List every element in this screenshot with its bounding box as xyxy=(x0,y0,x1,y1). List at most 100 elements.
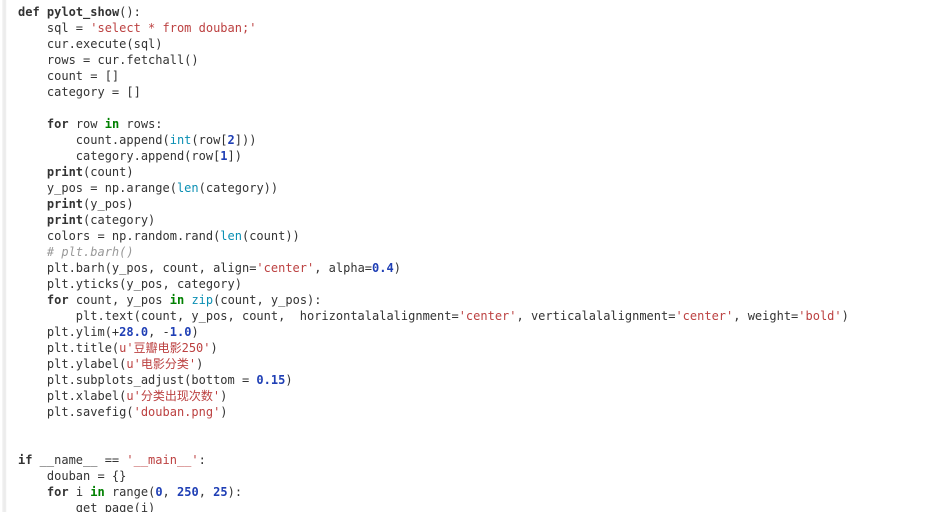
code-line: cur.execute(sql) xyxy=(18,36,944,52)
code-block: def pylot_show(): sql = 'select * from d… xyxy=(0,0,944,512)
code-token: # plt.barh() xyxy=(18,245,134,259)
code-token: 1.0 xyxy=(169,325,192,339)
code-line: plt.xlabel(u'分类出现次数') xyxy=(18,388,944,404)
code-token: plt.subplots_adjust(bottom = xyxy=(18,373,257,387)
code-token: 'bold' xyxy=(798,309,842,323)
code-token: int xyxy=(169,133,192,147)
code-line: print(y_pos) xyxy=(18,196,944,212)
code-token: (count)) xyxy=(241,229,300,243)
code-token: plt.ylim(+ xyxy=(18,325,120,339)
code-token: 2 xyxy=(227,133,235,147)
code-token: , verticalalalignment= xyxy=(516,309,676,323)
code-token: plt.text(count, y_pos, count, horizontal… xyxy=(18,309,459,323)
code-token: print xyxy=(46,213,84,227)
code-line: for row in rows: xyxy=(18,116,944,132)
code-token: range( xyxy=(104,485,156,499)
code-token: in xyxy=(104,117,120,131)
code-token: (y_pos) xyxy=(83,197,134,211)
code-token: y_pos = np.arange( xyxy=(18,181,177,195)
code-line: category = [] xyxy=(18,84,944,100)
code-token: i xyxy=(68,485,91,499)
code-token: len xyxy=(220,229,242,243)
code-token: 'douban.png' xyxy=(133,405,221,419)
code-token: in xyxy=(90,485,105,499)
code-token: ) xyxy=(191,325,199,339)
code-token: (row[ xyxy=(191,133,228,147)
code-line: sql = 'select * from douban;' xyxy=(18,20,944,36)
code-line: plt.subplots_adjust(bottom = 0.15) xyxy=(18,372,944,388)
code-token: category = [] xyxy=(18,85,141,99)
code-token: (category) xyxy=(83,213,156,227)
code-line: if __name__ == '__main__': xyxy=(18,452,944,468)
code-token: 'center' xyxy=(256,261,315,275)
code-token: 'select * from douban;' xyxy=(90,21,257,35)
code-token: for xyxy=(46,117,69,131)
code-token: __name__ == xyxy=(32,453,127,467)
code-token: category.append(row[ xyxy=(18,149,221,163)
code-token: (category)) xyxy=(198,181,279,195)
code-token: cur.execute(sql) xyxy=(18,37,163,51)
code-token: print xyxy=(46,165,84,179)
code-token: colors = np.random.rand( xyxy=(18,229,221,243)
code-line: y_pos = np.arange(len(category)) xyxy=(18,180,944,196)
code-token: plt.title( xyxy=(18,341,120,355)
code-token: , alpha= xyxy=(314,261,373,275)
code-token: 0 xyxy=(155,485,163,499)
code-line: def pylot_show(): xyxy=(18,4,944,20)
code-token: , xyxy=(162,485,177,499)
code-token: 'center' xyxy=(675,309,734,323)
code-token: u'豆瓣电影250' xyxy=(119,341,211,355)
code-token: ) xyxy=(841,309,849,323)
code-token: rows: xyxy=(119,117,163,131)
code-token: sql = xyxy=(18,21,91,35)
code-token: ) xyxy=(285,373,293,387)
code-token: plt.ylabel( xyxy=(18,357,127,371)
code-token: 28.0 xyxy=(119,325,149,339)
code-token: zip xyxy=(191,293,214,307)
python-source-code[interactable]: def pylot_show(): sql = 'select * from d… xyxy=(0,0,944,512)
code-token: count = [] xyxy=(18,69,120,83)
code-line: for count, y_pos in zip(count, y_pos): xyxy=(18,292,944,308)
code-token: , - xyxy=(148,325,170,339)
code-token: if xyxy=(18,453,33,467)
code-line: rows = cur.fetchall() xyxy=(18,52,944,68)
code-token: plt.barh(y_pos, count, align= xyxy=(18,261,257,275)
code-line: print(count) xyxy=(18,164,944,180)
code-scroll-area[interactable]: def pylot_show(): sql = 'select * from d… xyxy=(0,0,944,512)
code-token: plt.yticks(y_pos, category) xyxy=(18,277,242,291)
code-token: ) xyxy=(210,341,218,355)
code-token: , weight= xyxy=(733,309,799,323)
code-line: category.append(row[1]) xyxy=(18,148,944,164)
code-line: for i in range(0, 250, 25): xyxy=(18,484,944,500)
code-token: (count, y_pos): xyxy=(213,293,322,307)
code-token: u'电影分类' xyxy=(126,357,197,371)
code-token: ): xyxy=(227,485,243,499)
code-token: 1 xyxy=(220,149,228,163)
code-line: count = [] xyxy=(18,68,944,84)
code-token: print xyxy=(46,197,84,211)
code-token: ])) xyxy=(234,133,257,147)
code-line: plt.title(u'豆瓣电影250') xyxy=(18,340,944,356)
code-token: 0.15 xyxy=(256,373,286,387)
code-token: ]) xyxy=(227,149,242,163)
code-token: ) xyxy=(220,389,228,403)
code-token: count, y_pos xyxy=(68,293,170,307)
code-token: plt.savefig( xyxy=(18,405,134,419)
code-token: (): xyxy=(119,5,141,19)
code-token: 'center' xyxy=(458,309,517,323)
code-token: len xyxy=(176,181,199,195)
code-token: for xyxy=(46,293,69,307)
code-token: ) xyxy=(220,405,228,419)
code-token: count.append( xyxy=(18,133,170,147)
code-token: (count) xyxy=(83,165,134,179)
code-token: pylot_show xyxy=(46,5,120,19)
code-token: ) xyxy=(196,357,204,371)
